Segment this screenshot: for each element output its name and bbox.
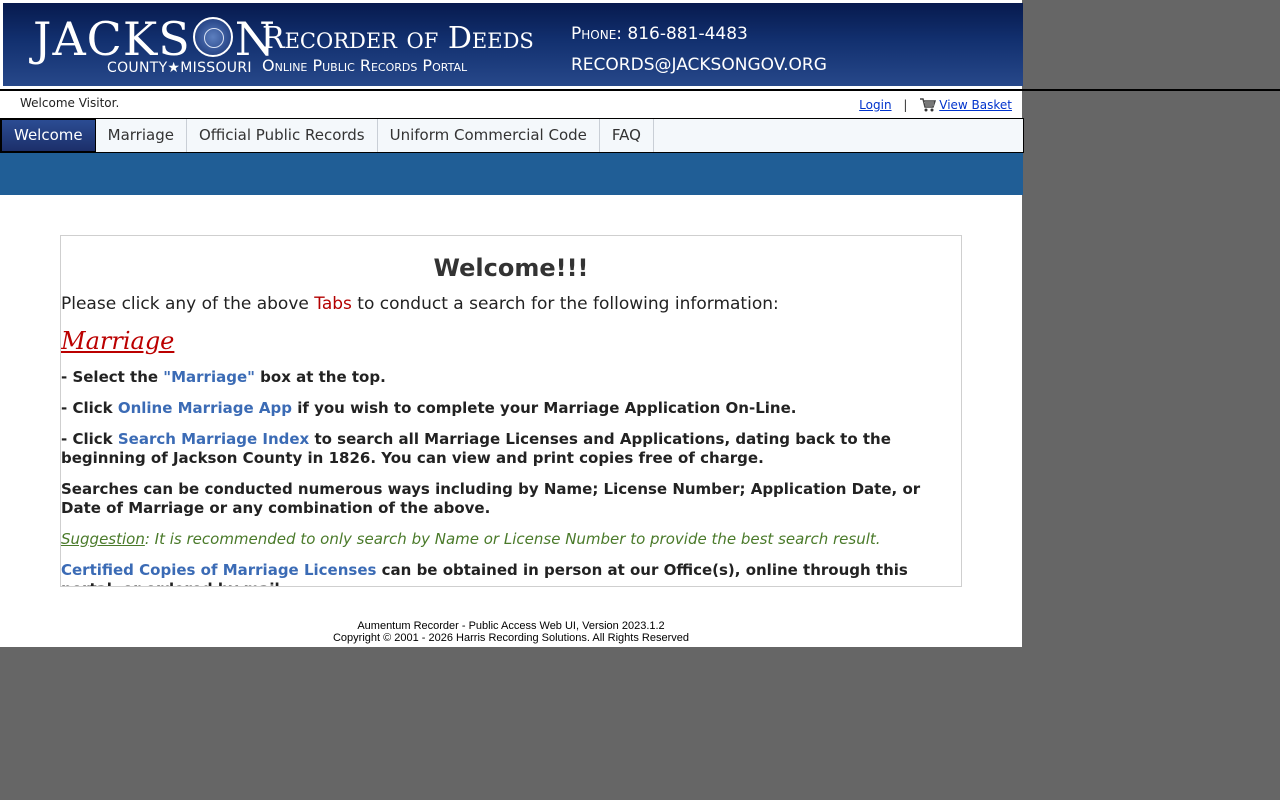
site-title: Recorder of Deeds (262, 21, 534, 56)
tab-uniform-commercial-code[interactable]: Uniform Commercial Code (378, 119, 600, 152)
welcome-panel: Welcome!!! Please click any of the above… (60, 235, 962, 587)
county-seal-icon (192, 17, 233, 57)
site-subtitle: Online Public Records Portal (262, 56, 468, 75)
certified-copies-text: Certified Copies of Marriage Licenses ca… (61, 561, 908, 586)
main-nav: Welcome Marriage Official Public Records… (0, 118, 1024, 153)
version-text: Aumentum Recorder - Public Access Web UI… (357, 620, 665, 632)
contact-phone: Phone: 816-881-4483 (571, 24, 748, 44)
intro-text: Please click any of the above Tabs to co… (61, 294, 779, 314)
link-separator: | (903, 98, 908, 112)
tab-marriage[interactable]: Marriage (96, 119, 187, 152)
county-subtitle: COUNTY★MISSOURI (107, 60, 252, 76)
view-basket-link[interactable]: View Basket (939, 98, 1012, 112)
instruction-online-app: - Click Online Marriage App if you wish … (61, 399, 797, 417)
welcome-message: Welcome Visitor. (20, 96, 120, 110)
login-link[interactable]: Login (859, 98, 891, 112)
search-methods-text: Searches can be conducted numerous ways … (61, 480, 921, 517)
shopping-cart-icon[interactable] (919, 97, 937, 115)
page-title: Welcome!!! (433, 254, 589, 282)
instruction-select: - Select the "Marriage" box at the top. (61, 368, 386, 386)
online-marriage-app-link[interactable]: Online Marriage App (118, 399, 292, 417)
suggestion-text: Suggestion: It is recommended to only se… (61, 530, 881, 548)
county-logo: JACKS N (33, 12, 276, 66)
divider (0, 89, 1280, 91)
account-links: Login | View Basket (859, 97, 1012, 115)
contact-email: RECORDS@JACKSONGOV.ORG (571, 55, 827, 75)
copyright-text: Copyright © 2001 - 2026 Harris Recording… (332, 632, 689, 644)
tab-official-public-records[interactable]: Official Public Records (187, 119, 378, 152)
header-banner: JACKS N COUNTY★MISSOURI Recorder of Deeds… (3, 3, 1023, 86)
instruction-search-index: - Click Search Marriage Index to search … (61, 430, 891, 467)
tabs-highlight: Tabs (314, 294, 352, 314)
tab-faq[interactable]: FAQ (600, 119, 654, 152)
certified-copies-link[interactable]: Certified Copies of Marriage Licenses (61, 561, 376, 579)
nav-strip (0, 153, 1023, 195)
marriage-heading[interactable]: Marriage (61, 326, 961, 356)
search-marriage-index-link[interactable]: Search Marriage Index (118, 430, 309, 448)
tab-welcome[interactable]: Welcome (1, 119, 96, 152)
marriage-box-ref: "Marriage" (163, 368, 255, 386)
footer: Aumentum Recorder - Public Access Web UI… (0, 620, 1022, 644)
